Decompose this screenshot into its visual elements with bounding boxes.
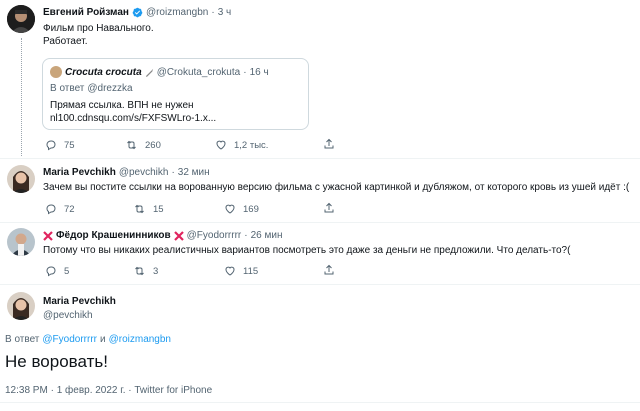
avatar-krasheninnikov[interactable] [7, 228, 35, 256]
tweet2-handle[interactable]: @pevchikh [119, 167, 169, 178]
knife-emoji-icon [145, 68, 153, 77]
reply-icon [46, 204, 56, 215]
separator-dot: · [244, 230, 248, 241]
retweet-count: 260 [145, 139, 161, 151]
reply-button[interactable]: 75 [45, 139, 75, 151]
tweet1-header: Евгений Ройзман @roizmangbn · 3 ч [43, 7, 234, 18]
share-icon [324, 264, 334, 275]
thread-line [21, 38, 22, 156]
avatar-roizman-image [7, 5, 35, 33]
heart-icon [216, 140, 226, 150]
tweet3-text: Потому что вы никаких реалистичных вариа… [43, 245, 571, 256]
share-icon [324, 138, 334, 149]
quoted-tweet-card[interactable]: Crocuta crocuta @Crokuta_crokuta · 16 ч … [42, 58, 309, 130]
quote-time: 16 ч [249, 66, 269, 78]
share-button[interactable] [323, 138, 342, 150]
tweet1-handle[interactable]: @roizmangbn [146, 7, 208, 18]
tweet3-handle[interactable]: @Fyodorrrrr [187, 230, 242, 241]
cross-mark-icon [173, 230, 184, 241]
separator-dot: · [211, 7, 215, 18]
tweet2-author-name[interactable]: Maria Pevchikh [43, 167, 116, 178]
main-reply-context: В ответ @Fyodorrrrr и @roizmangbn [5, 334, 174, 345]
heart-icon [225, 204, 235, 214]
like-button[interactable]: 169 [224, 203, 259, 215]
tweet2-time[interactable]: 32 мин [178, 167, 210, 178]
reply-icon [46, 140, 56, 151]
avatar-roizman[interactable] [7, 5, 35, 33]
like-count: 115 [243, 265, 259, 277]
cross-mark-icon [43, 230, 53, 241]
share-button[interactable] [323, 264, 342, 276]
quote-line: Прямая ссылка. ВПН не нужен [50, 100, 194, 111]
divider [0, 158, 640, 159]
tweet3-time[interactable]: 26 мин [251, 230, 283, 241]
separator-dot: · [171, 167, 175, 178]
quote-link[interactable]: nl100.cdnsqu.com/s/FXFSWLro-1.x... [50, 112, 216, 125]
like-count: 169 [243, 203, 259, 215]
tweet1-author-name[interactable]: Евгений Ройзман [43, 7, 129, 18]
tweet2-header: Maria Pevchikh @pevchikh · 32 мин [43, 167, 213, 178]
reply-button[interactable]: 5 [45, 265, 69, 277]
divider [0, 402, 640, 403]
quote-reply-context: В ответ @drezzka [50, 83, 136, 94]
reply-prefix: В ответ [5, 334, 40, 345]
reply-and: и [100, 334, 106, 345]
reply-prefix: В ответ [50, 83, 85, 94]
like-count: 1,2 тыс. [234, 139, 269, 151]
tweet3-header: Фёдор Крашенинников @Fyodorrrrr · 26 мин [43, 230, 286, 241]
share-button[interactable] [323, 202, 342, 214]
tweet2-text: Зачем вы постите ссылки на ворованную ве… [43, 182, 630, 193]
main-handle[interactable]: @pevchikh [43, 310, 93, 321]
retweet-button[interactable]: 260 [125, 139, 161, 151]
reply-icon [46, 266, 56, 277]
avatar-crocuta [50, 66, 62, 78]
retweet-count: 15 [153, 203, 164, 215]
main-author-name[interactable]: Maria Pevchikh [43, 296, 116, 307]
avatar-krasheninnikov-image [7, 228, 35, 256]
separator-dot: · [243, 66, 247, 78]
retweet-button[interactable]: 15 [133, 203, 164, 215]
reply-count: 5 [64, 265, 70, 277]
quote-author-name: Crocuta crocuta [65, 66, 142, 78]
retweet-icon [135, 266, 144, 276]
main-tweet-meta: 12:38 PM · 1 февр. 2022 г. · Twitter for… [5, 385, 213, 396]
avatar-pevchikh-main-image [7, 292, 35, 320]
share-icon [324, 202, 334, 213]
main-tweet-text: Не воровать! [5, 352, 108, 371]
tweet1-text: Фильм про Навального. Работает. [43, 22, 154, 48]
tweet1-time[interactable]: 3 ч [218, 7, 232, 18]
retweet-button[interactable]: 3 [133, 265, 158, 277]
divider [0, 284, 640, 285]
quote-reply-to: @drezzka [87, 83, 133, 94]
reply-to-roizman-link[interactable]: @roizmangbn [109, 334, 171, 345]
reply-to-fyodor-link[interactable]: @Fyodorrrrr [42, 334, 97, 345]
verified-badge-icon [132, 7, 143, 18]
avatar-pevchikh[interactable] [7, 165, 35, 193]
like-button[interactable]: 115 [224, 265, 258, 277]
tweet3-author-name[interactable]: Фёдор Крашенинников [56, 230, 171, 241]
heart-icon [225, 266, 235, 276]
reply-count: 75 [64, 139, 75, 151]
retweet-count: 3 [153, 265, 159, 277]
divider [0, 222, 640, 223]
reply-count: 72 [64, 203, 75, 215]
quote-header: Crocuta crocuta @Crokuta_crokuta · 16 ч [50, 66, 272, 78]
quote-text: Прямая ссылка. ВПН не нужен nl100.cdnsqu… [50, 99, 216, 125]
avatar-pevchikh-image [7, 165, 35, 193]
retweet-icon [127, 140, 136, 150]
tweet1-line: Работает. [43, 36, 88, 47]
retweet-icon [135, 204, 144, 214]
reply-button[interactable]: 72 [45, 203, 75, 215]
tweet1-line: Фильм про Навального. [43, 23, 154, 34]
quote-handle: @Crokuta_crokuta [156, 66, 241, 78]
avatar-pevchikh-main[interactable] [7, 292, 35, 320]
like-button[interactable]: 1,2 тыс. [215, 139, 268, 151]
